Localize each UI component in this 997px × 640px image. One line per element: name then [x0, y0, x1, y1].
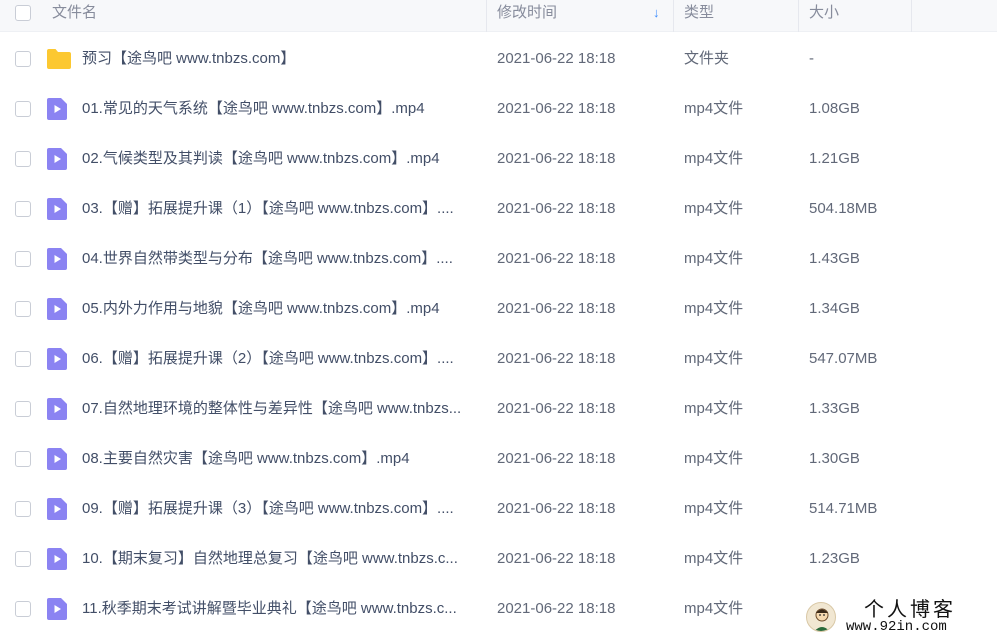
file-modified-time: 2021-06-22 18:18 [497, 250, 616, 267]
file-modified-time: 2021-06-22 18:18 [497, 500, 616, 517]
file-type: mp4文件 [684, 550, 744, 567]
file-name[interactable]: 02.气候类型及其判读【途鸟吧 www.tnbzs.com】.mp4 [82, 134, 480, 184]
column-divider [673, 0, 674, 32]
sort-descending-icon[interactable]: ↓ [653, 0, 660, 26]
row-checkbox[interactable] [15, 151, 31, 167]
file-modified-time: 2021-06-22 18:18 [497, 200, 616, 217]
file-size: 1.33GB [809, 400, 860, 417]
file-size: 547.07MB [809, 350, 878, 367]
select-all-checkbox[interactable] [15, 5, 31, 21]
file-modified-time: 2021-06-22 18:18 [497, 450, 616, 467]
file-type: mp4文件 [684, 600, 744, 617]
file-type: mp4文件 [684, 300, 744, 317]
watermark-avatar-icon [806, 602, 836, 632]
video-file-icon [46, 247, 68, 275]
file-name[interactable]: 09.【赠】拓展提升课（3）【途鸟吧 www.tnbzs.com】.... [82, 484, 480, 534]
video-file-icon [46, 297, 68, 325]
row-checkbox[interactable] [15, 451, 31, 467]
file-row[interactable]: 07.自然地理环境的整体性与差异性【途鸟吧 www.tnbzs... 2021-0… [0, 384, 997, 434]
file-size: 1.21GB [809, 150, 860, 167]
file-type: 文件夹 [684, 50, 730, 67]
file-row[interactable]: 02.气候类型及其判读【途鸟吧 www.tnbzs.com】.mp4 2021-0… [0, 134, 997, 184]
file-size: 504.18MB [809, 200, 878, 217]
row-checkbox[interactable] [15, 51, 31, 67]
file-modified-time: 2021-06-22 18:18 [497, 600, 616, 617]
file-modified-time: 2021-06-22 18:18 [497, 550, 616, 567]
file-row[interactable]: 03.【赠】拓展提升课（1）【途鸟吧 www.tnbzs.com】.... 202… [0, 184, 997, 234]
blog-watermark: 个人博客 www.92in.com [806, 598, 992, 638]
column-divider [798, 0, 799, 32]
file-row[interactable]: 09.【赠】拓展提升课（3）【途鸟吧 www.tnbzs.com】.... 202… [0, 484, 997, 534]
row-checkbox[interactable] [15, 501, 31, 517]
file-row[interactable]: 04.世界自然带类型与分布【途鸟吧 www.tnbzs.com】.... 2021… [0, 234, 997, 284]
file-type: mp4文件 [684, 450, 744, 467]
row-checkbox[interactable] [15, 351, 31, 367]
watermark-url: www.92in.com [846, 619, 947, 635]
video-file-icon [46, 147, 68, 175]
file-name[interactable]: 01.常见的天气系统【途鸟吧 www.tnbzs.com】.mp4 [82, 84, 480, 134]
watermark-title: 个人博客 [864, 597, 956, 621]
file-list-header: 文件名 修改时间 ↓ 类型 大小 [0, 0, 997, 32]
video-file-icon [46, 497, 68, 525]
file-modified-time: 2021-06-22 18:18 [497, 300, 616, 317]
file-size: 1.08GB [809, 100, 860, 117]
file-name[interactable]: 10.【期末复习】自然地理总复习【途鸟吧 www.tnbzs.c... [82, 534, 480, 584]
file-type: mp4文件 [684, 350, 744, 367]
column-header-type[interactable]: 类型 [684, 0, 714, 32]
row-checkbox[interactable] [15, 201, 31, 217]
file-size: 514.71MB [809, 500, 878, 517]
file-size: - [809, 50, 814, 67]
file-name[interactable]: 06.【赠】拓展提升课（2）【途鸟吧 www.tnbzs.com】.... [82, 334, 480, 384]
column-divider [486, 0, 487, 32]
file-row[interactable]: 05.内外力作用与地貌【途鸟吧 www.tnbzs.com】.mp4 2021-0… [0, 284, 997, 334]
file-row[interactable]: 10.【期末复习】自然地理总复习【途鸟吧 www.tnbzs.c... 2021-… [0, 534, 997, 584]
row-checkbox[interactable] [15, 551, 31, 567]
file-type: mp4文件 [684, 500, 744, 517]
row-checkbox[interactable] [15, 601, 31, 617]
file-size: 1.43GB [809, 250, 860, 267]
file-name[interactable]: 11.秋季期末考试讲解暨毕业典礼【途鸟吧 www.tnbzs.c... [82, 584, 480, 634]
file-row[interactable]: 06.【赠】拓展提升课（2）【途鸟吧 www.tnbzs.com】.... 202… [0, 334, 997, 384]
file-type: mp4文件 [684, 100, 744, 117]
video-file-icon [46, 97, 68, 125]
file-size: 1.34GB [809, 300, 860, 317]
file-name[interactable]: 05.内外力作用与地貌【途鸟吧 www.tnbzs.com】.mp4 [82, 284, 480, 334]
video-file-icon [46, 397, 68, 425]
video-file-icon [46, 547, 68, 575]
video-file-icon [46, 447, 68, 475]
file-name[interactable]: 预习【途鸟吧 www.tnbzs.com】 [82, 34, 480, 84]
file-name[interactable]: 03.【赠】拓展提升课（1）【途鸟吧 www.tnbzs.com】.... [82, 184, 480, 234]
file-modified-time: 2021-06-22 18:18 [497, 400, 616, 417]
video-file-icon [46, 597, 68, 625]
file-type: mp4文件 [684, 200, 744, 217]
row-checkbox[interactable] [15, 101, 31, 117]
file-row[interactable]: 预习【途鸟吧 www.tnbzs.com】 2021-06-22 18:18 文件夹… [0, 34, 997, 84]
file-modified-time: 2021-06-22 18:18 [497, 350, 616, 367]
file-name[interactable]: 07.自然地理环境的整体性与差异性【途鸟吧 www.tnbzs... [82, 384, 480, 434]
row-checkbox[interactable] [15, 251, 31, 267]
file-row[interactable]: 08.主要自然灾害【途鸟吧 www.tnbzs.com】.mp4 2021-06-… [0, 434, 997, 484]
column-header-name[interactable]: 文件名 [52, 0, 97, 32]
file-size: 1.23GB [809, 550, 860, 567]
file-type: mp4文件 [684, 150, 744, 167]
file-modified-time: 2021-06-22 18:18 [497, 50, 616, 67]
column-divider [911, 0, 912, 32]
video-file-icon [46, 347, 68, 375]
video-file-icon [46, 197, 68, 225]
folder-icon [46, 48, 72, 74]
file-size: 1.30GB [809, 450, 860, 467]
file-modified-time: 2021-06-22 18:18 [497, 100, 616, 117]
row-checkbox[interactable] [15, 301, 31, 317]
file-type: mp4文件 [684, 250, 744, 267]
column-header-size[interactable]: 大小 [809, 0, 839, 32]
file-modified-time: 2021-06-22 18:18 [497, 150, 616, 167]
file-name[interactable]: 04.世界自然带类型与分布【途鸟吧 www.tnbzs.com】.... [82, 234, 480, 284]
row-checkbox[interactable] [15, 401, 31, 417]
file-name[interactable]: 08.主要自然灾害【途鸟吧 www.tnbzs.com】.mp4 [82, 434, 480, 484]
file-row[interactable]: 01.常见的天气系统【途鸟吧 www.tnbzs.com】.mp4 2021-06… [0, 84, 997, 134]
column-header-modified[interactable]: 修改时间 [497, 0, 557, 32]
file-type: mp4文件 [684, 400, 744, 417]
